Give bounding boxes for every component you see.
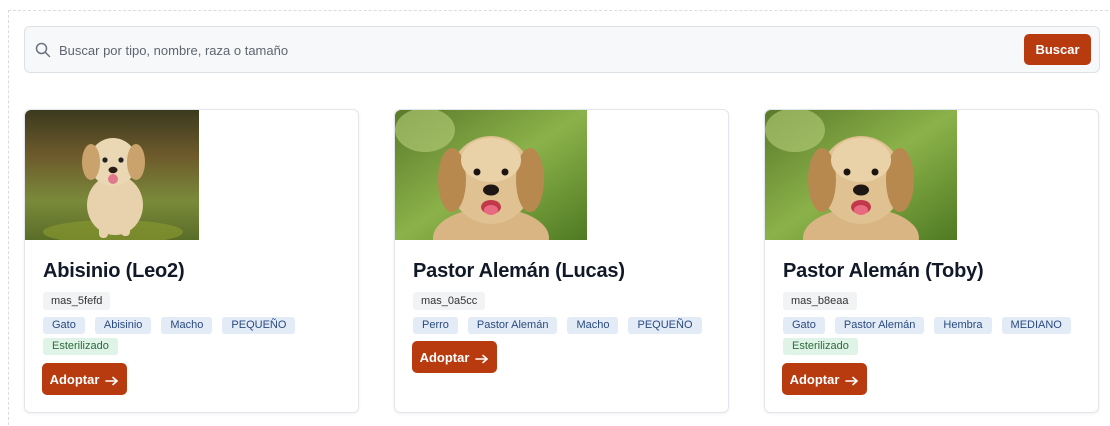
tag-sex: Macho <box>567 317 619 334</box>
pet-card: Abisinio (Leo2) mas_5fefd Gato Abisinio … <box>24 109 359 413</box>
tag-sex: Macho <box>161 317 213 334</box>
adopt-button-label: Adoptar <box>789 371 840 387</box>
adopt-button-label: Adoptar <box>49 371 100 387</box>
tag-species: Gato <box>783 317 825 334</box>
adopt-button-label: Adoptar <box>419 349 470 365</box>
arrow-right-icon <box>475 352 489 364</box>
adopt-button[interactable]: Adoptar <box>412 341 497 373</box>
search-bar: Buscar <box>24 26 1100 73</box>
pet-name: Abisinio (Leo2) <box>43 260 185 282</box>
arrow-right-icon <box>845 374 859 386</box>
tag-sex: Hembra <box>934 317 992 334</box>
tag-list: Gato Abisinio Macho PEQUEÑO Esterilizado <box>43 317 343 355</box>
pet-card: Pastor Alemán (Toby) mas_b8eaa Gato Past… <box>764 109 1099 413</box>
arrow-right-icon <box>105 374 119 386</box>
tag-list: Gato Pastor Alemán Hembra MEDIANO Esteri… <box>783 317 1083 355</box>
adopt-button[interactable]: Adoptar <box>782 363 867 395</box>
tag-sterilized: Esterilizado <box>43 338 118 355</box>
pet-id-badge: mas_0a5cc <box>413 292 486 310</box>
adopt-button[interactable]: Adoptar <box>42 363 127 395</box>
pet-name: Pastor Alemán (Lucas) <box>413 260 625 282</box>
pet-photo <box>395 110 587 240</box>
tag-breed: Abisinio <box>94 317 152 334</box>
pet-name: Pastor Alemán (Toby) <box>783 260 984 282</box>
tag-breed: Pastor Alemán <box>834 317 925 334</box>
pet-photo <box>765 110 957 240</box>
tag-sterilized: Esterilizado <box>783 338 858 355</box>
pet-photo <box>25 110 199 240</box>
tag-species: Perro <box>413 317 458 334</box>
tag-size: MEDIANO <box>1001 317 1071 334</box>
pet-card: Pastor Alemán (Lucas) mas_0a5cc Perro Pa… <box>394 109 729 413</box>
tag-size: PEQUEÑO <box>628 317 702 334</box>
search-input[interactable] <box>59 37 939 63</box>
pet-id-badge: mas_5fefd <box>43 292 111 310</box>
search-icon <box>35 42 51 58</box>
tag-list: Perro Pastor Alemán Macho PEQUEÑO <box>413 317 713 334</box>
tag-size: PEQUEÑO <box>222 317 296 334</box>
search-button[interactable]: Buscar <box>1024 34 1091 65</box>
tag-breed: Pastor Alemán <box>467 317 558 334</box>
tag-species: Gato <box>43 317 85 334</box>
pet-id-badge: mas_b8eaa <box>783 292 857 310</box>
